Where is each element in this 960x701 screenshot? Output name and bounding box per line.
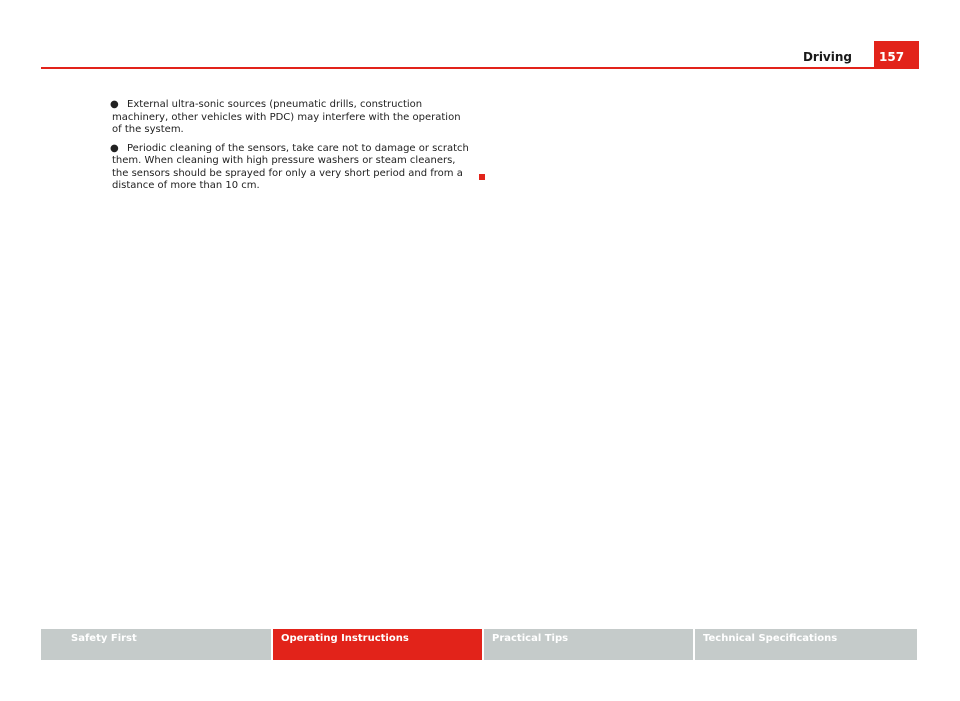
list-item: ● Periodic cleaning of the sensors, take… [110, 142, 472, 193]
bullet-icon: ● [110, 99, 119, 110]
footer-navigation: Safety First Operating Instructions Prac… [41, 629, 919, 660]
list-item: ● External ultra-sonic sources (pneumati… [110, 99, 472, 137]
tab-practical-tips[interactable]: Practical Tips [484, 629, 693, 660]
section-end-icon [479, 174, 485, 180]
tab-technical-specifications[interactable]: Technical Specifications [695, 629, 917, 660]
bullet-text: External ultra-sonic sources (pneumatic … [112, 99, 461, 135]
bullet-text: Periodic cleaning of the sensors, take c… [112, 142, 469, 192]
tab-operating-instructions[interactable]: Operating Instructions [273, 629, 482, 660]
header-divider [41, 67, 919, 69]
section-title: Driving [802, 50, 852, 64]
page-number: 157 [874, 41, 919, 68]
bullet-icon: ● [110, 142, 119, 154]
tab-safety-first[interactable]: Safety First [41, 629, 271, 660]
page-content: ● External ultra-sonic sources (pneumati… [110, 99, 472, 199]
